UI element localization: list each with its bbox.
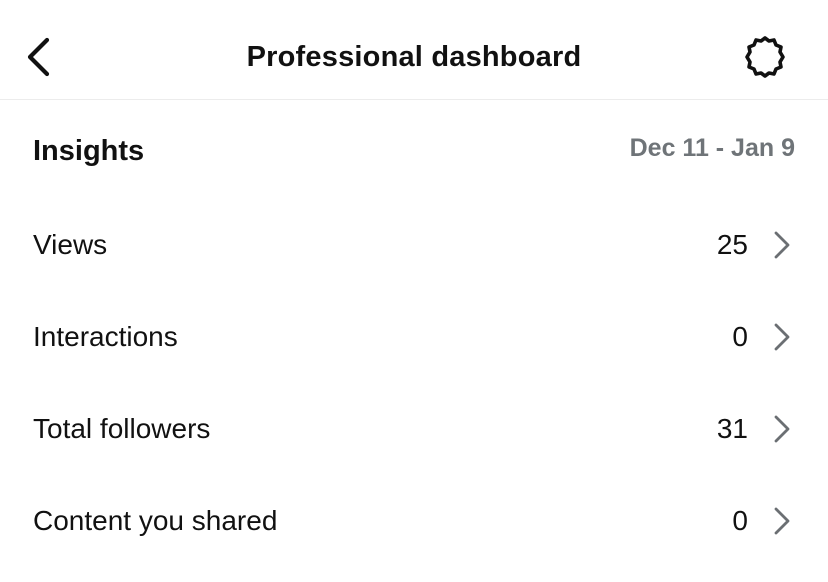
page-title: Professional dashboard [246, 41, 582, 73]
date-range[interactable]: Dec 11 - Jan 9 [630, 130, 795, 166]
chevron-right-icon [774, 415, 790, 443]
row-value: 0 [732, 505, 748, 536]
gear-icon [745, 36, 785, 78]
insights-title: Insights [33, 135, 145, 167]
top-bar: Professional dashboard [0, 0, 828, 100]
row-label: Views [33, 229, 108, 260]
row-value: 25 [716, 229, 748, 260]
insights-row-views[interactable]: Views 25 [0, 200, 828, 292]
chevron-right-icon [774, 323, 790, 351]
chevron-right-icon [774, 507, 790, 535]
insights-row-content-shared[interactable]: Content you shared 0 [0, 476, 828, 568]
chevron-right-icon [774, 231, 790, 259]
row-value: 31 [716, 413, 748, 444]
row-label: Interactions [33, 321, 178, 352]
row-label: Total followers [33, 413, 211, 444]
insights-row-interactions[interactable]: Interactions 0 [0, 292, 828, 384]
insights-row-total-followers[interactable]: Total followers 31 [0, 384, 828, 476]
insights-header: Insights Dec 11 - Jan 9 [0, 100, 828, 200]
settings-button[interactable] [742, 34, 788, 80]
row-label: Content you shared [33, 505, 278, 536]
row-value: 0 [732, 321, 748, 352]
